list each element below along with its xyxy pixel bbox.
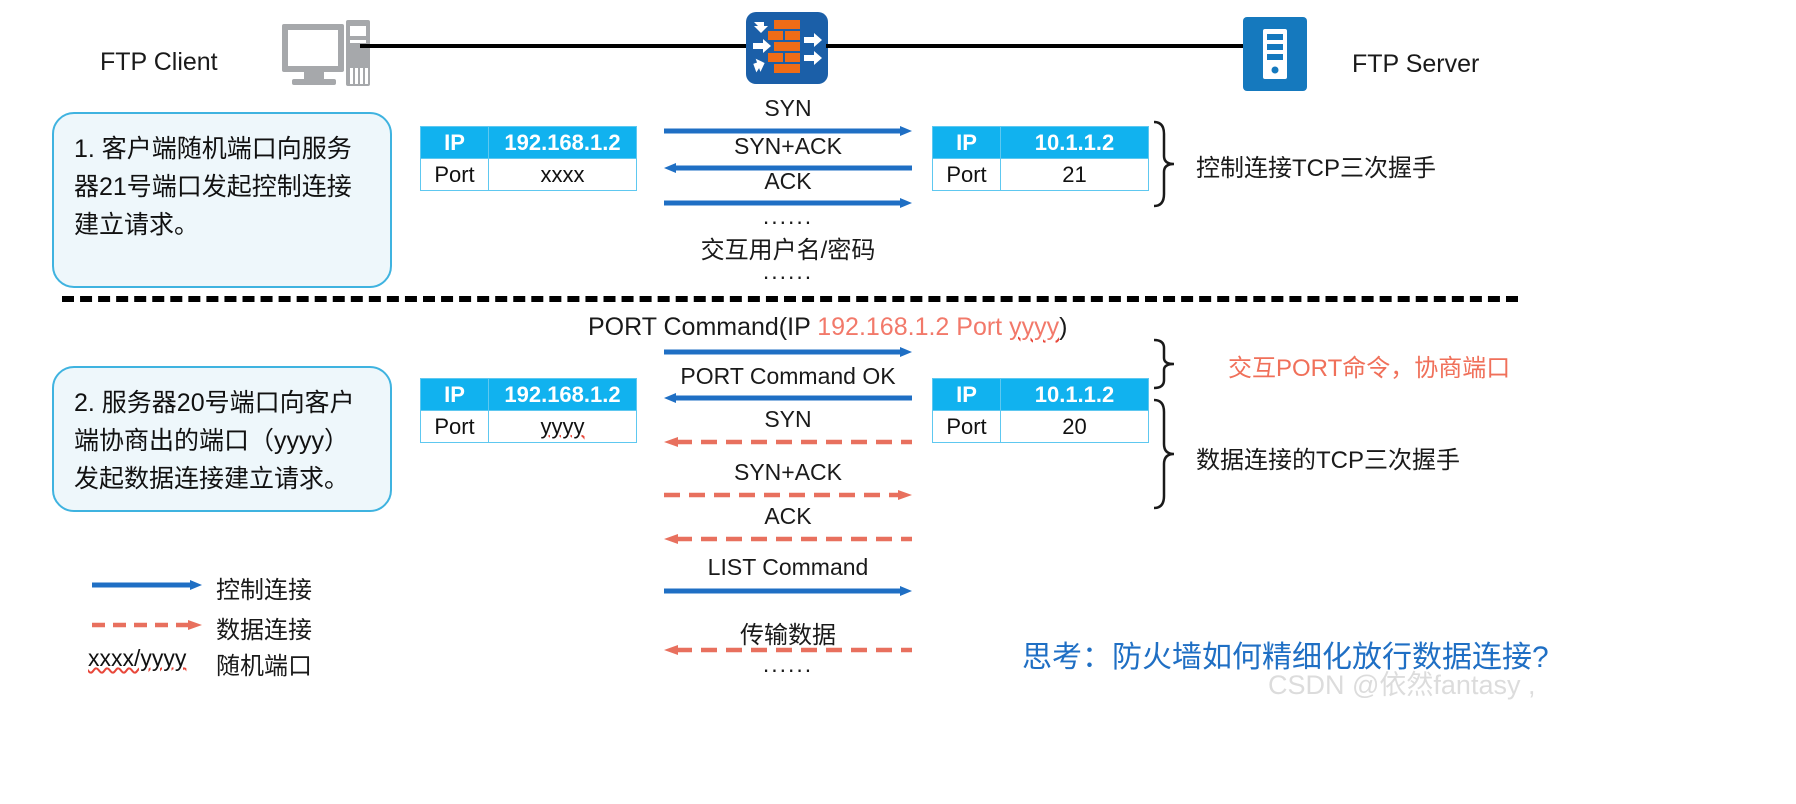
client-ip-value: 192.168.1.2 xyxy=(488,126,637,159)
step2-arrow-synack xyxy=(664,490,912,500)
step2-flow-label-port-command-ok: PORT Command OK xyxy=(680,363,896,389)
server-ip-value: 10.1.1.2 xyxy=(1000,126,1149,159)
step2-brace-negotiate xyxy=(1153,338,1175,390)
port-command-ip: 192.168.1.2 xyxy=(817,313,950,341)
legend-key-random-port: xxxx/yyyy xyxy=(88,645,187,671)
legend-label-data-connection: 数据连接 xyxy=(216,617,312,644)
step2-brace-handshake xyxy=(1153,398,1175,510)
step1-flow-label-syn: SYN xyxy=(764,95,812,121)
step1-flow-label-synack: SYN+ACK xyxy=(733,133,842,159)
step1-flow-label-ack: ACK xyxy=(764,168,812,194)
port-command-port: yyyy xyxy=(1009,313,1060,341)
table-row: IP 10.1.1.2 xyxy=(932,378,1149,411)
server-port-value: 21 xyxy=(1000,158,1149,191)
step2-brace-note-negotiate: 交互PORT命令，协商端口 xyxy=(1228,355,1511,382)
table-row: IP 10.1.1.2 xyxy=(932,126,1149,159)
step1-dots-top: ...... xyxy=(762,203,814,229)
step2-callout: 2. 服务器20号端口向客户端协商出的端口（yyyy）发起数据连接建立请求。 xyxy=(52,366,392,512)
client-ip-key: IP xyxy=(420,126,489,159)
legend-label-control-connection: 控制连接 xyxy=(216,577,312,604)
client-port-value: yyyy xyxy=(488,410,637,443)
table-row: Port yyyy xyxy=(420,410,637,443)
ftp-client-label: FTP Client xyxy=(100,48,218,76)
port-command-mid: Port xyxy=(949,313,1010,341)
server-port-key: Port xyxy=(932,158,1001,191)
table-row: IP 192.168.1.2 xyxy=(420,378,637,411)
step2-arrow-ack xyxy=(664,534,912,544)
server-rack-icon xyxy=(1243,17,1307,96)
step1-dots-bottom: ...... xyxy=(762,258,814,284)
client-port-key: Port xyxy=(420,158,489,191)
legend-arrow-data-connection xyxy=(92,620,202,630)
step2-flow-label-syn: SYN xyxy=(764,406,812,432)
step2-arrow-list-command xyxy=(664,586,912,596)
legend-arrow-control-connection xyxy=(92,580,202,590)
port-command-prefix: PORT Command(IP xyxy=(588,313,818,341)
firewall-brick-icon xyxy=(746,12,828,89)
ftp-server-label: FTP Server xyxy=(1352,50,1480,78)
legend-label-random-port: 随机端口 xyxy=(216,653,312,680)
table-row: Port 20 xyxy=(932,410,1149,443)
step2-arrow-port-command xyxy=(664,347,912,357)
port-command-suffix: ) xyxy=(1059,313,1068,341)
server-port-value: 20 xyxy=(1000,410,1149,443)
step1-brace-note: 控制连接TCP三次握手 xyxy=(1196,155,1436,182)
table-row: Port 21 xyxy=(932,158,1149,191)
server-ip-value: 10.1.1.2 xyxy=(1000,378,1149,411)
step2-flow-label-list-command: LIST Command xyxy=(707,554,869,580)
step1-server-table: IP 10.1.1.2 Port 21 xyxy=(932,126,1149,191)
step1-callout: 1. 客户端随机端口向服务器21号端口发起控制连接建立请求。 xyxy=(52,112,392,288)
client-port-key: Port xyxy=(420,410,489,443)
port-command-header: PORT Command(IP 192.168.1.2 Port yyyy) xyxy=(588,313,1067,342)
step2-brace-note-handshake: 数据连接的TCP三次握手 xyxy=(1196,447,1460,474)
client-ip-value: 192.168.1.2 xyxy=(488,378,637,411)
firewall-server-link xyxy=(826,44,1246,48)
csdn-watermark: CSDN @依然fantasy , xyxy=(1268,670,1536,700)
step1-client-table: IP 192.168.1.2 Port xxxx xyxy=(420,126,637,191)
client-port-value: xxxx xyxy=(488,158,637,191)
server-ip-key: IP xyxy=(932,378,1001,411)
step2-arrow-port-command-ok xyxy=(664,393,912,403)
step2-client-table: IP 192.168.1.2 Port yyyy xyxy=(420,378,637,443)
client-ip-key: IP xyxy=(420,378,489,411)
step1-brace xyxy=(1153,120,1175,208)
desktop-computer-icon xyxy=(282,18,380,95)
step2-server-table: IP 10.1.1.2 Port 20 xyxy=(932,378,1149,443)
step2-arrow-syn xyxy=(664,437,912,447)
server-port-key: Port xyxy=(932,410,1001,443)
step2-flow-label-synack: SYN+ACK xyxy=(733,459,842,485)
table-row: IP 192.168.1.2 xyxy=(420,126,637,159)
table-row: Port xxxx xyxy=(420,158,637,191)
step2-dots-bottom: ...... xyxy=(762,651,814,677)
client-firewall-link xyxy=(360,44,750,48)
server-ip-key: IP xyxy=(932,126,1001,159)
step2-flow-label-ack: ACK xyxy=(764,503,812,529)
section-divider xyxy=(62,296,1518,302)
